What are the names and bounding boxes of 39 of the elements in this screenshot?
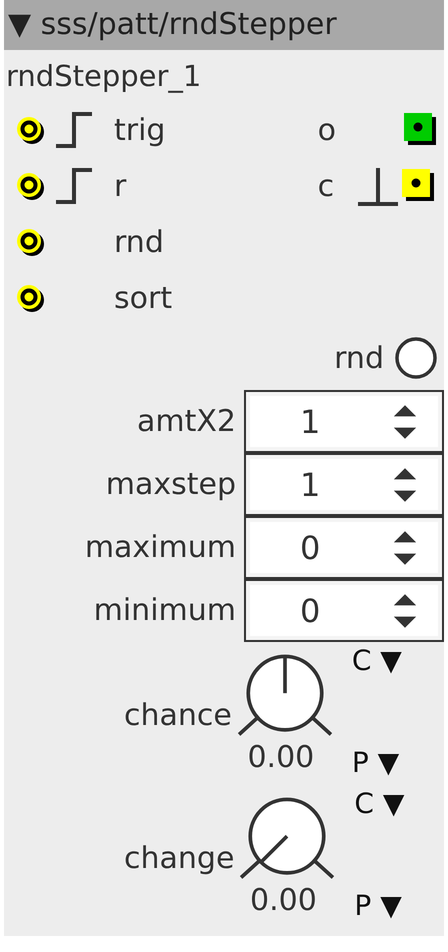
- outlet-jack-icon[interactable]: [402, 169, 436, 203]
- inlet-jack-icon[interactable]: [14, 226, 46, 258]
- control-menu[interactable]: C ▼: [352, 644, 402, 677]
- rising-edge-icon: [54, 110, 94, 150]
- preset-menu[interactable]: P ▼: [354, 889, 404, 922]
- inlet-jack-icon[interactable]: [14, 170, 46, 202]
- knob-label: change: [124, 841, 234, 878]
- inlet-label: r: [114, 168, 126, 204]
- up-down-arrows-icon[interactable]: [392, 466, 418, 504]
- number-spinner[interactable]: 0: [244, 579, 444, 642]
- spinner-label: minimum: [94, 593, 236, 628]
- spinner-label: amtX2: [136, 404, 236, 439]
- knob-label: chance: [124, 698, 232, 735]
- inlet-jack-icon[interactable]: [14, 114, 46, 146]
- number-spinner[interactable]: 1: [244, 453, 444, 516]
- outlet-label: c: [318, 168, 334, 204]
- spinner-label: maximum: [84, 530, 236, 565]
- up-down-arrows-icon[interactable]: [392, 592, 418, 630]
- inlet-label: sort: [114, 280, 172, 316]
- spinner-label: maxstep: [106, 467, 236, 502]
- control-menu[interactable]: C ▼: [354, 787, 404, 820]
- rising-edge-icon: [54, 166, 94, 206]
- outlet-jack-icon[interactable]: [404, 113, 438, 147]
- object-title[interactable]: ▼ sss/patt/rndStepper: [4, 0, 444, 50]
- inlet-jack-icon[interactable]: [14, 282, 46, 314]
- toggle-button[interactable]: [394, 336, 438, 380]
- outlet-label: o: [318, 112, 336, 148]
- inlet-label: rnd: [114, 224, 164, 260]
- knob-value: 0.00: [250, 883, 317, 918]
- up-down-arrows-icon[interactable]: [392, 402, 418, 440]
- number-spinner[interactable]: 1: [244, 390, 444, 453]
- preset-menu[interactable]: P ▼: [352, 746, 402, 779]
- pulse-icon: [356, 166, 400, 206]
- inlet-label: trig: [114, 112, 166, 148]
- instance-name[interactable]: rndStepper_1: [4, 50, 202, 102]
- number-spinner[interactable]: 0: [244, 516, 444, 579]
- knob-value: 0.00: [247, 740, 314, 775]
- toggle-label: rnd: [334, 340, 384, 376]
- up-down-arrows-icon[interactable]: [392, 528, 418, 566]
